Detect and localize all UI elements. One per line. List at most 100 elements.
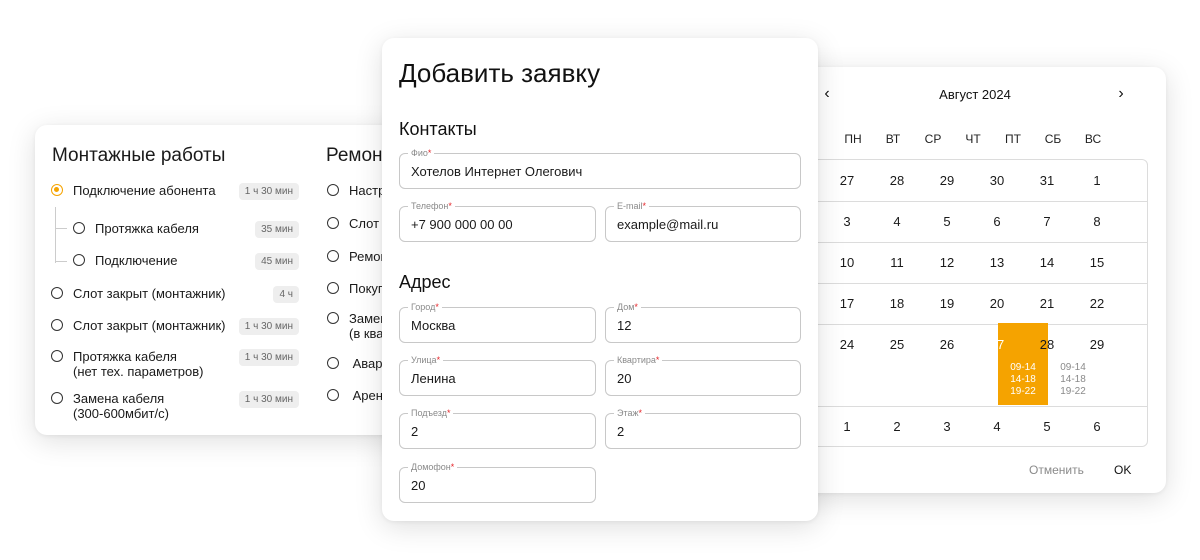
floor-value[interactable]: 2 — [617, 424, 624, 439]
phone-value[interactable]: +7 900 000 00 00 — [411, 217, 513, 232]
calendar-day[interactable]: 19 — [922, 296, 972, 311]
apartment-field[interactable]: Квартира* 20 — [605, 355, 801, 396]
calendar-day[interactable]: 11 — [872, 255, 922, 270]
calendar-day[interactable]: 5 — [922, 214, 972, 229]
calendar-day-selected[interactable]: 27 — [972, 337, 1022, 352]
radio-icon[interactable] — [327, 357, 339, 369]
calendar-row-divider — [790, 324, 1147, 325]
calendar-day[interactable]: 2 — [872, 419, 922, 434]
calendar-day[interactable]: 27 — [822, 173, 872, 188]
cancel-button[interactable]: Отменить — [1029, 463, 1084, 477]
tree-branch — [55, 228, 67, 229]
calendar-day[interactable]: 24 — [822, 337, 872, 352]
calendar-day[interactable]: 6 — [972, 214, 1022, 229]
calendar-day[interactable]: 15 — [1072, 255, 1122, 270]
calendar-row-divider — [790, 283, 1147, 284]
calendar-day[interactable]: 22 — [1072, 296, 1122, 311]
radio-icon[interactable] — [51, 287, 63, 299]
calendar-day[interactable]: 4 — [972, 419, 1022, 434]
duration-badge: 1 ч 30 мин — [238, 318, 299, 335]
calendar-day[interactable]: 6 — [1072, 419, 1122, 434]
field-label: Домофон* — [408, 462, 458, 473]
chevron-right-icon[interactable]: › — [1111, 85, 1131, 103]
calendar-day[interactable]: 10 — [822, 255, 872, 270]
calendar-day[interactable]: 29 — [922, 173, 972, 188]
calendar-day[interactable]: 1 — [822, 419, 872, 434]
fio-field[interactable]: Фио* Хотелов Интернет Олегович — [399, 148, 801, 189]
intercom-field[interactable]: Домофон* 20 — [399, 462, 596, 503]
calendar-row-divider — [790, 201, 1147, 202]
radio-icon[interactable] — [51, 319, 63, 331]
calendar-day[interactable]: 21 — [1022, 296, 1072, 311]
chevron-left-icon[interactable]: ‹ — [817, 85, 837, 103]
calendar-day[interactable]: 7 — [1022, 214, 1072, 229]
calendar-day[interactable]: 14 — [1022, 255, 1072, 270]
service-item[interactable]: Подключение 45 мин — [73, 253, 299, 270]
calendar-day[interactable]: 4 — [872, 214, 922, 229]
calendar-day[interactable]: 12 — [922, 255, 972, 270]
phone-field[interactable]: Телефон* +7 900 000 00 00 — [399, 201, 596, 242]
duration-badge: 4 ч — [273, 286, 299, 303]
radio-icon[interactable] — [73, 254, 85, 266]
city-value[interactable]: Москва — [411, 318, 455, 333]
calendar-day[interactable]: 18 — [872, 296, 922, 311]
service-item[interactable]: Протяжка кабеля 35 мин — [73, 221, 299, 238]
calendar-day[interactable]: 17 — [822, 296, 872, 311]
weekday-label: ВС — [1084, 132, 1102, 146]
service-item[interactable]: Слот закрыт (монтажник) 4 ч — [51, 286, 299, 303]
calendar-day[interactable]: 25 — [872, 337, 922, 352]
radio-icon[interactable] — [327, 282, 339, 294]
duration-badge: 1 ч 30 мин — [238, 349, 299, 366]
duration-badge: 35 мин — [255, 221, 299, 238]
house-field[interactable]: Дом* 12 — [605, 302, 801, 343]
radio-icon[interactable] — [327, 250, 339, 262]
radio-icon[interactable] — [327, 389, 339, 401]
radio-icon[interactable] — [327, 312, 339, 324]
radio-icon[interactable] — [327, 217, 339, 229]
duration-badge: 1 ч 30 мин — [238, 183, 299, 200]
calendar-day[interactable]: 3 — [922, 419, 972, 434]
calendar-day[interactable]: 28 — [872, 173, 922, 188]
service-label: Слот закрыт (монтажник) — [73, 318, 226, 333]
radio-icon[interactable] — [327, 184, 339, 196]
calendar-day[interactable]: 3 — [822, 214, 872, 229]
calendar-day[interactable]: 26 — [922, 337, 972, 352]
city-field[interactable]: Город* Москва — [399, 302, 596, 343]
street-value[interactable]: Ленина — [411, 371, 456, 386]
service-item[interactable]: Подключение абонента 1 ч 30 мин — [51, 183, 299, 200]
calendar-day[interactable]: 29 — [1072, 337, 1122, 352]
radio-icon[interactable] — [51, 350, 63, 362]
calendar-day[interactable]: 5 — [1022, 419, 1072, 434]
ok-button[interactable]: OK — [1114, 463, 1131, 477]
house-value[interactable]: 12 — [617, 318, 631, 333]
radio-icon[interactable] — [51, 392, 63, 404]
field-label: Город* — [408, 302, 442, 313]
field-label: Квартира* — [614, 355, 663, 366]
service-item[interactable]: Замена кабеля (300-600мбит/с) 1 ч 30 мин — [51, 391, 299, 421]
service-item[interactable]: Протяжка кабеля (нет тех. параметров) 1 … — [51, 349, 299, 379]
apartment-value[interactable]: 20 — [617, 371, 631, 386]
calendar-day[interactable]: 13 — [972, 255, 1022, 270]
field-label: Подъезд* — [408, 408, 454, 419]
duration-badge: 45 мин — [255, 253, 299, 270]
selected-time-slots[interactable]: 09-14 14-18 19-22 — [998, 362, 1048, 398]
street-field[interactable]: Улица* Ленина — [399, 355, 596, 396]
calendar-day[interactable]: 30 — [972, 173, 1022, 188]
calendar-day[interactable]: 31 — [1022, 173, 1072, 188]
intercom-value[interactable]: 20 — [411, 478, 425, 493]
floor-field[interactable]: Этаж* 2 — [605, 408, 801, 449]
calendar-day[interactable]: 28 — [1022, 337, 1072, 352]
email-value[interactable]: example@mail.ru — [617, 217, 718, 232]
radio-icon[interactable] — [73, 222, 85, 234]
service-label: Подключение абонента — [73, 183, 216, 198]
entrance-field[interactable]: Подъезд* 2 — [399, 408, 596, 449]
service-item[interactable]: Слот закрыт (монтажник) 1 ч 30 мин — [51, 318, 299, 335]
fio-value[interactable]: Хотелов Интернет Олегович — [411, 164, 582, 179]
calendar-day[interactable]: 1 — [1072, 173, 1122, 188]
email-field[interactable]: E-mail* example@mail.ru — [605, 201, 801, 242]
entrance-value[interactable]: 2 — [411, 424, 418, 439]
calendar-day[interactable]: 8 — [1072, 214, 1122, 229]
next-day-time-slots[interactable]: 09-14 14-18 19-22 — [1048, 362, 1098, 398]
radio-selected-icon[interactable] — [51, 184, 63, 196]
calendar-day[interactable]: 20 — [972, 296, 1022, 311]
